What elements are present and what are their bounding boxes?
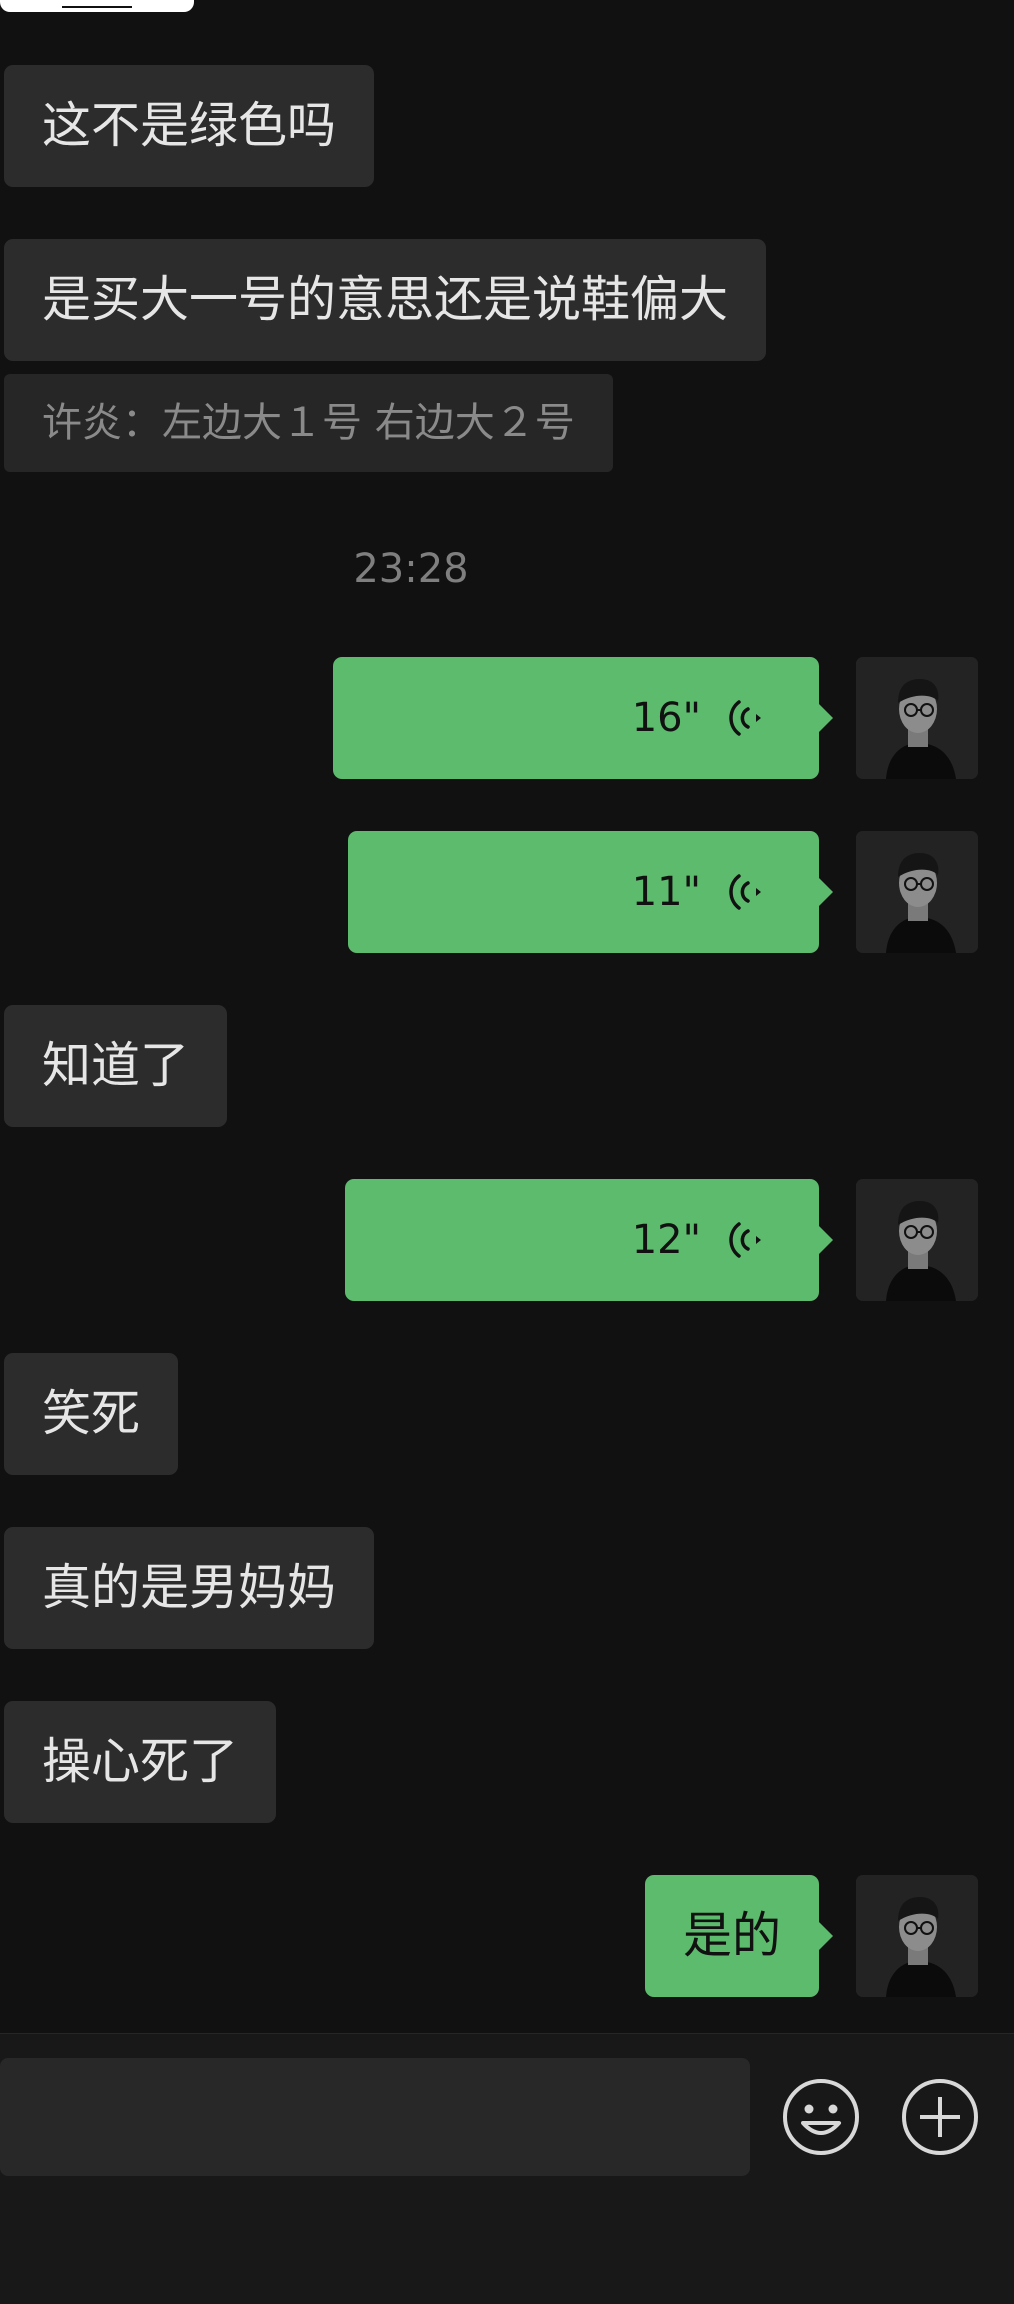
incoming-message-bubble[interactable]: 这不是绿色吗 [4,65,375,187]
avatar-portrait [856,657,978,779]
timestamp: 23:28 [353,546,469,592]
message-input[interactable] [0,2058,750,2176]
voice-message-bubble[interactable]: 12" [345,1179,833,1301]
avatar[interactable] [856,831,978,953]
avatar-portrait [856,1875,978,1997]
incoming-message-bubble[interactable]: 笑死 [4,1353,179,1475]
outgoing-message-bubble[interactable]: 是的 [644,1875,834,1997]
avatar-portrait [856,1179,978,1301]
incoming-message-bubble[interactable]: 是买大一号的意思还是说鞋偏大 [4,239,767,361]
voice-wave-icon [729,874,761,910]
quoted-message[interactable]: 许炎：左边大１号 右边大２号 [4,374,613,472]
incoming-message-bubble[interactable]: 知道了 [4,1005,228,1127]
voice-message-bubble[interactable]: 11" [348,831,833,953]
avatar[interactable] [856,1179,978,1301]
avatar[interactable] [856,657,978,779]
voice-duration: 16" [631,695,701,741]
input-bar [0,2033,1014,2304]
top-fragment-line [62,6,132,8]
voice-duration: 12" [631,1217,701,1263]
voice-duration: 11" [631,869,701,915]
avatar[interactable] [856,1875,978,1997]
incoming-message-bubble[interactable]: 真的是男妈妈 [4,1527,375,1649]
avatar-portrait [856,831,978,953]
top-bubble-fragment [0,0,194,12]
emoji-icon[interactable] [781,2077,861,2157]
voice-wave-icon [729,700,761,736]
voice-wave-icon [729,1222,761,1258]
plus-icon[interactable] [900,2077,980,2157]
voice-message-bubble[interactable]: 16" [333,657,833,779]
incoming-message-bubble[interactable]: 操心死了 [4,1701,277,1823]
